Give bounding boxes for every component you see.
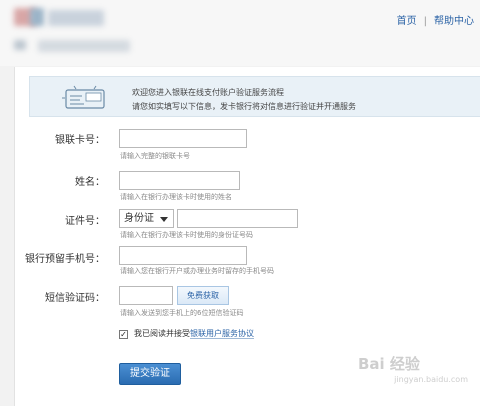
subtitle-blurred-icon	[14, 40, 26, 50]
watermark-text: Bai 经验	[358, 355, 420, 373]
phone-label: 银行预留手机号：	[25, 254, 105, 265]
agreement-prefix: 我已阅读并接受	[134, 329, 190, 338]
top-links: 首页 | 帮助中心	[397, 12, 474, 27]
id-number-input[interactable]	[177, 209, 298, 228]
submit-verification-button[interactable]: 提交验证	[119, 363, 181, 385]
sms-code-hint: 请输入发送到您手机上的6位短信验证码	[120, 309, 244, 317]
bank-card-terminal-icon	[62, 85, 105, 109]
agreement-checkbox[interactable]: ✓	[119, 330, 128, 339]
card-number-input[interactable]	[119, 129, 247, 148]
id-type-selected: 身份证	[124, 213, 154, 224]
link-separator: |	[423, 16, 427, 27]
home-link[interactable]: 首页	[397, 12, 417, 27]
phone-input[interactable]	[119, 246, 247, 265]
card-number-label: 银联卡号：	[55, 135, 105, 146]
subtitle-blurred-text	[38, 40, 130, 52]
welcome-banner: 欢迎您进入银联在线支付账户验证服务流程 请您如实填写以下信息，发卡银行将对信息进…	[29, 76, 480, 117]
get-sms-code-button[interactable]: 免费获取	[177, 286, 229, 305]
id-hint: 请输入在银行办理该卡时使用的身份证号码	[120, 231, 253, 239]
site-name-blurred	[48, 10, 104, 26]
phone-hint: 请输入您在银行开户或办理业务时留存的手机号码	[120, 267, 274, 275]
name-label: 姓名：	[75, 177, 105, 188]
top-bar: 首页 | 帮助中心	[0, 0, 480, 66]
card-number-hint: 请输入完整的银联卡号	[120, 152, 190, 160]
watermark-url: jingyan.baidu.com	[394, 375, 468, 384]
banner-title: 欢迎您进入银联在线支付账户验证服务流程	[132, 88, 284, 97]
name-input[interactable]	[119, 171, 240, 190]
agreement-text: 我已阅读并接受银联用户服务协议	[134, 328, 254, 339]
sms-code-label: 短信验证码：	[45, 293, 105, 304]
help-center-link[interactable]: 帮助中心	[434, 12, 474, 27]
service-agreement-link[interactable]: 银联用户服务协议	[190, 329, 254, 339]
sms-code-input[interactable]	[119, 286, 173, 305]
id-type-select[interactable]: 身份证	[119, 209, 174, 228]
chevron-down-icon	[160, 217, 168, 222]
site-logo-blurred-part	[30, 8, 44, 26]
banner-subtitle: 请您如实填写以下信息，发卡银行将对信息进行验证并开通服务	[132, 102, 356, 111]
watermark: Bai 经验 jingyan.baidu.com	[358, 356, 468, 392]
name-hint: 请输入在银行办理该卡时使用的姓名	[120, 193, 232, 201]
id-label: 证件号：	[65, 216, 105, 227]
